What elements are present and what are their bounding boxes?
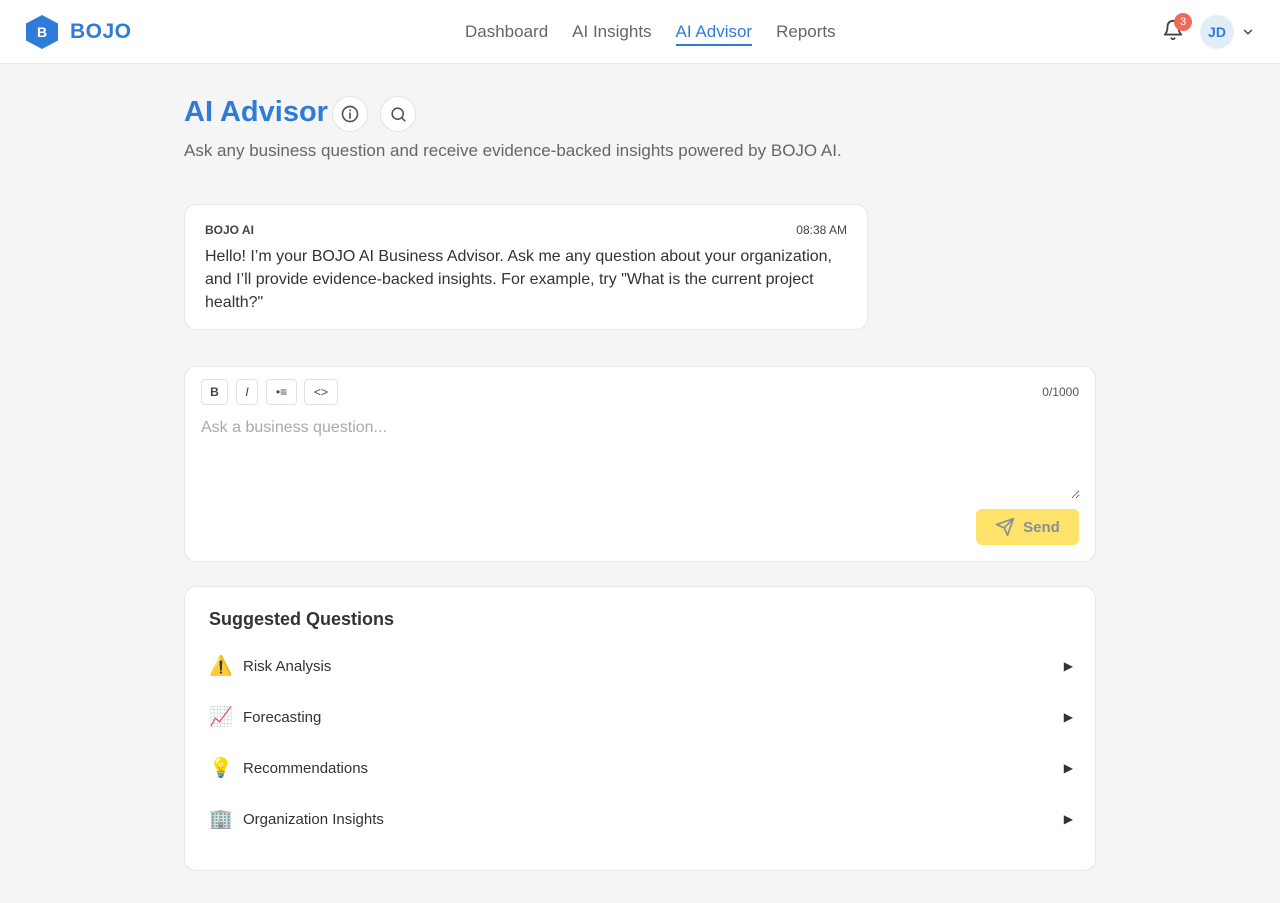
warning-icon: ⚠️ bbox=[209, 656, 233, 677]
nav-reports[interactable]: Reports bbox=[776, 0, 836, 64]
main-nav: Dashboard AI Insights AI Advisor Reports bbox=[465, 0, 860, 64]
brand-name: BOJO bbox=[70, 20, 132, 43]
brand-logo[interactable]: B BOJO bbox=[26, 15, 132, 49]
info-button[interactable] bbox=[332, 96, 368, 132]
send-icon bbox=[995, 517, 1015, 537]
suggestion-label: Risk Analysis bbox=[243, 657, 332, 675]
suggestion-label: Forecasting bbox=[243, 708, 322, 726]
italic-button[interactable]: I bbox=[236, 379, 258, 405]
question-input[interactable] bbox=[201, 419, 1080, 499]
character-counter: 0/1000 bbox=[1042, 385, 1079, 399]
chart-increasing-icon: 📈 bbox=[209, 707, 233, 728]
bullet-list-button[interactable]: •≡ bbox=[266, 379, 297, 405]
suggested-questions-title: Suggested Questions bbox=[209, 609, 395, 629]
avatar[interactable]: JD bbox=[1200, 15, 1234, 49]
suggestion-label: Organization Insights bbox=[243, 810, 384, 828]
suggestion-risk-analysis[interactable]: ⚠️ Risk Analysis ▶ bbox=[209, 648, 1073, 684]
question-composer: B I •≡ <> 0/1000 Send bbox=[184, 366, 1096, 562]
page-subtitle: Ask any business question and receive ev… bbox=[184, 141, 842, 160]
send-label: Send bbox=[1023, 518, 1060, 536]
page-title: AI Advisor bbox=[184, 96, 328, 128]
ai-message-card: BOJO AI 08:38 AM Hello! I’m your BOJO AI… bbox=[184, 204, 868, 330]
logo-hexagon-icon: B bbox=[26, 15, 58, 49]
message-sender: BOJO AI bbox=[205, 223, 254, 237]
suggestion-label: Recommendations bbox=[243, 759, 369, 777]
nav-dashboard[interactable]: Dashboard bbox=[465, 0, 548, 64]
send-button[interactable]: Send bbox=[976, 509, 1079, 545]
notification-badge: 3 bbox=[1174, 13, 1192, 31]
expand-arrow-icon: ▶ bbox=[1063, 659, 1073, 673]
info-icon bbox=[341, 105, 359, 123]
expand-arrow-icon: ▶ bbox=[1063, 710, 1073, 724]
message-text: Hello! I’m your BOJO AI Business Advisor… bbox=[205, 248, 832, 311]
lightbulb-icon: 💡 bbox=[209, 758, 233, 779]
office-building-icon: 🏢 bbox=[209, 809, 233, 830]
chevron-down-icon[interactable] bbox=[1241, 25, 1255, 39]
code-button[interactable]: <> bbox=[304, 379, 338, 405]
expand-arrow-icon: ▶ bbox=[1063, 812, 1073, 826]
suggestion-recommendations[interactable]: 💡 Recommendations ▶ bbox=[209, 750, 1073, 786]
bold-button[interactable]: B bbox=[201, 379, 228, 405]
suggestion-organization-insights[interactable]: 🏢 Organization Insights ▶ bbox=[209, 801, 1073, 837]
message-timestamp: 08:38 AM bbox=[796, 223, 847, 237]
expand-arrow-icon: ▶ bbox=[1063, 761, 1073, 775]
search-button[interactable] bbox=[380, 96, 416, 132]
top-bar: B BOJO Dashboard AI Insights AI Advisor … bbox=[0, 0, 1280, 64]
suggestion-forecasting[interactable]: 📈 Forecasting ▶ bbox=[209, 699, 1073, 735]
suggested-questions-card: Suggested Questions ⚠️ Risk Analysis ▶ 📈… bbox=[184, 586, 1096, 871]
search-icon bbox=[390, 106, 406, 122]
nav-ai-advisor[interactable]: AI Advisor bbox=[675, 0, 752, 64]
nav-ai-insights[interactable]: AI Insights bbox=[572, 0, 651, 64]
